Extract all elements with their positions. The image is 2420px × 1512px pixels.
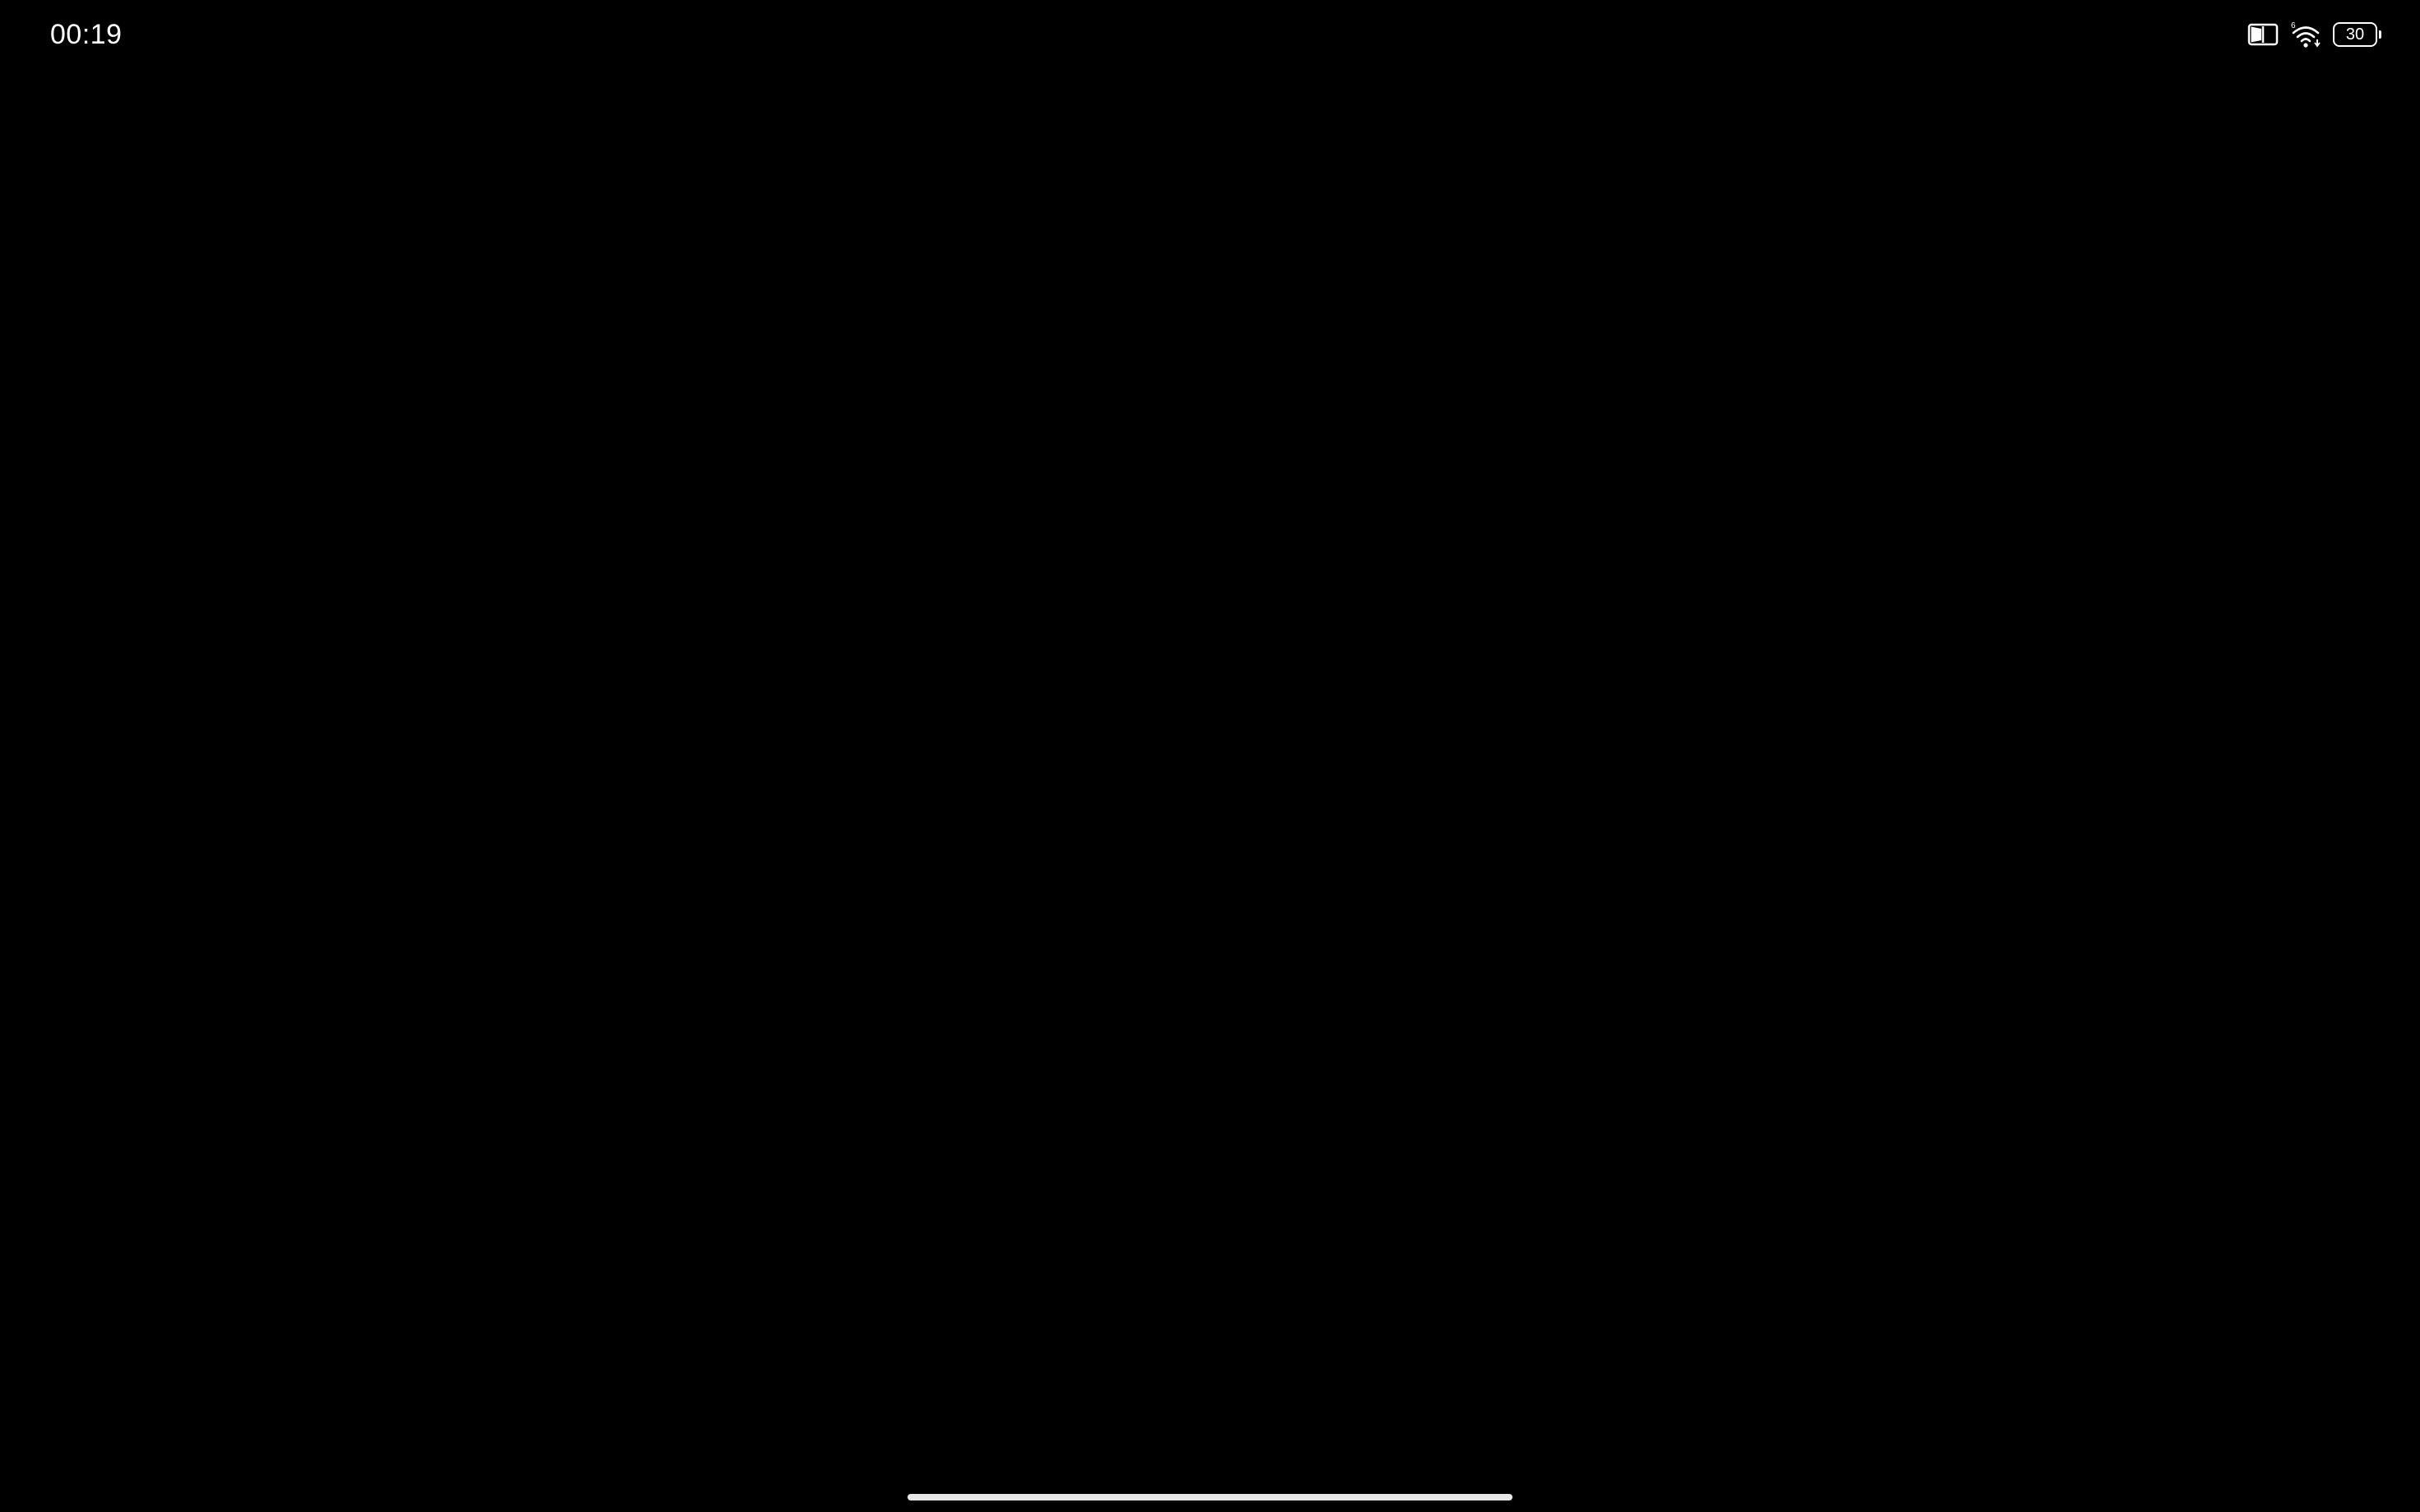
battery-icon: 30 bbox=[2333, 22, 2381, 47]
blank-content-area bbox=[0, 69, 2420, 1466]
svg-text:6: 6 bbox=[2291, 21, 2296, 30]
reading-mode-icon bbox=[2247, 22, 2279, 47]
home-indicator[interactable] bbox=[908, 1494, 1512, 1500]
status-bar: 00:19 6 30 bbox=[0, 0, 2420, 69]
battery-level: 30 bbox=[2345, 25, 2365, 44]
screen: 00:19 6 30 bbox=[0, 0, 2420, 1512]
status-time: 00:19 bbox=[50, 19, 122, 50]
wifi-6-icon: 6 bbox=[2290, 20, 2321, 49]
status-icons: 6 30 bbox=[2247, 18, 2381, 51]
